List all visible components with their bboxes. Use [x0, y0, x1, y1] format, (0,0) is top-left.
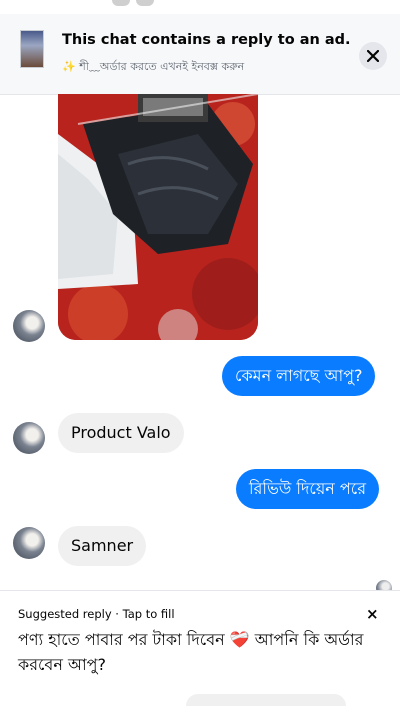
status-indicator	[112, 0, 130, 6]
suggested-reply-panel[interactable]: Suggested reply · Tap to fill × পণ্য হাত…	[0, 590, 400, 701]
status-bar	[0, 0, 400, 14]
sparkle-icon: ✨	[62, 60, 76, 73]
close-icon	[367, 50, 379, 62]
contact-avatar[interactable]	[13, 422, 45, 454]
next-suggestion-chip[interactable]	[186, 694, 346, 706]
status-indicator	[136, 0, 154, 6]
ad-banner-subtitle: ✨ শী﹏অর্ডার করতে এখনই ইনবক্স করুন	[62, 58, 244, 77]
contact-avatar[interactable]	[13, 310, 45, 342]
close-icon: ×	[366, 605, 379, 623]
suggested-reply-text[interactable]: পণ্য হাতে পাবার পর টাকা দিবেন ❤️‍🩹 আপনি …	[18, 627, 368, 677]
contact-avatar[interactable]	[13, 527, 45, 559]
ad-reply-banner[interactable]: This chat contains a reply to an ad. ✨ শ…	[0, 14, 400, 95]
close-banner-button[interactable]	[359, 42, 387, 70]
close-suggestion-button[interactable]: ×	[366, 605, 379, 623]
suggested-reply-text-part1: পণ্য হাতে পাবার পর টাকা দিবেন	[18, 630, 225, 649]
ad-thumbnail	[20, 30, 44, 68]
message-bubble-outgoing[interactable]: রিভিউ দিয়েন পরে	[236, 469, 379, 509]
product-photo-image	[58, 94, 258, 340]
message-bubble-outgoing[interactable]: কেমন লাগছে আপু?	[222, 356, 376, 396]
ad-banner-subtitle-text: শী﹏অর্ডার করতে এখনই ইনবক্স করুন	[79, 60, 245, 73]
suggested-reply-label: Suggested reply · Tap to fill	[18, 607, 175, 621]
message-bubble-incoming[interactable]: Samner	[58, 526, 147, 566]
product-photo[interactable]	[58, 94, 258, 340]
mending-heart-icon: ❤️‍🩹	[229, 630, 250, 649]
ad-banner-title: This chat contains a reply to an ad.	[62, 32, 351, 48]
message-bubble-incoming[interactable]: Product Valo	[58, 413, 184, 453]
